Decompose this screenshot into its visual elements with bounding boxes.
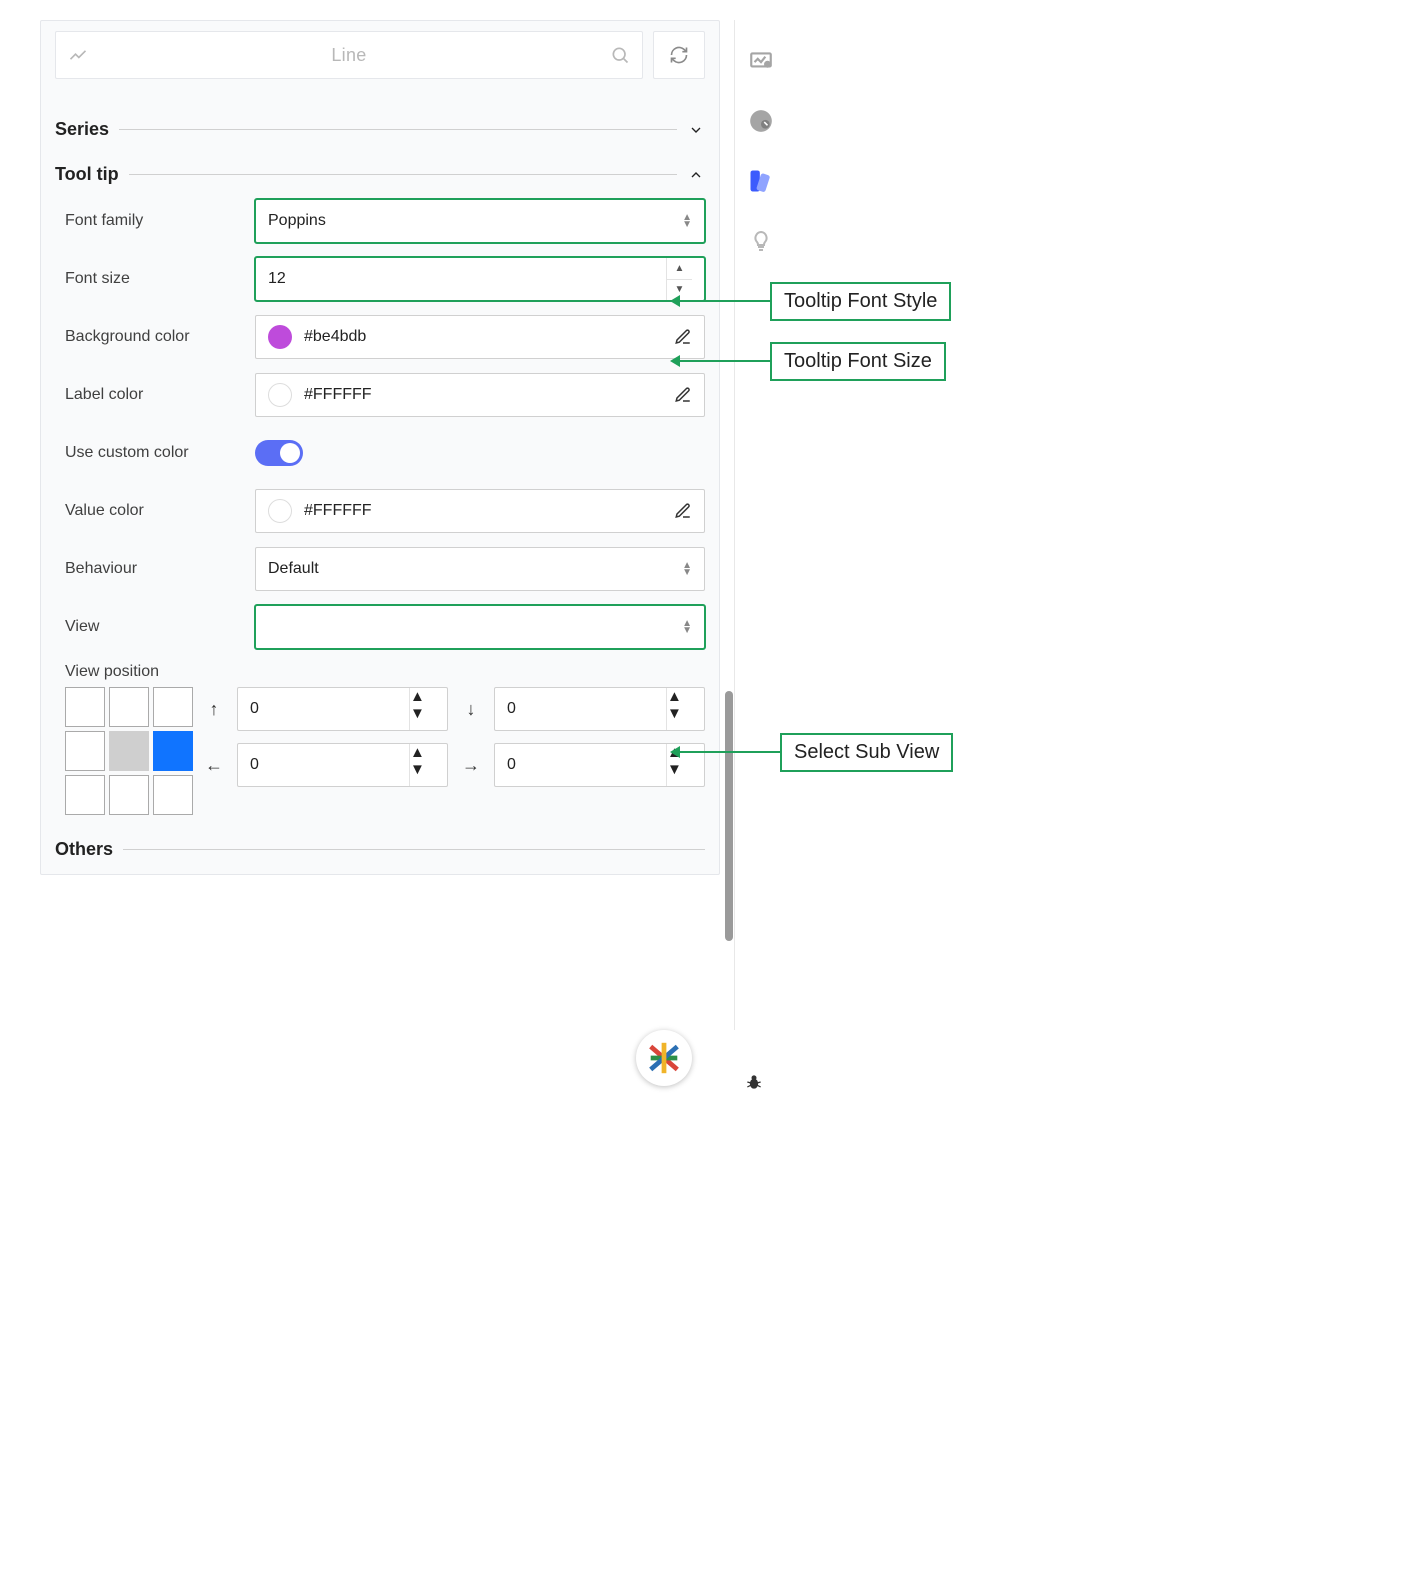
value-color-value: #FFFFFF: [304, 502, 372, 520]
pos-top-left[interactable]: [65, 687, 105, 727]
stepper-up-icon[interactable]: ▲: [667, 258, 692, 279]
section-tooltip-title: Tool tip: [55, 164, 119, 185]
section-series-header[interactable]: Series: [55, 119, 705, 140]
label-color-picker[interactable]: #FFFFFF: [255, 373, 705, 417]
rail-gauge-icon[interactable]: [746, 106, 776, 136]
select-arrows-icon: ▲▼: [682, 562, 692, 576]
font-family-select[interactable]: Poppins ▲▼: [255, 199, 705, 243]
bg-color-value: #be4bdb: [304, 328, 366, 346]
search-icon: [610, 45, 630, 65]
position-grid: [65, 687, 193, 815]
value-color-picker[interactable]: #FFFFFF: [255, 489, 705, 533]
arrow-left-icon: ←: [203, 755, 225, 776]
scrollbar-thumb[interactable]: [725, 691, 733, 941]
use-custom-color-toggle[interactable]: [255, 440, 303, 466]
nudge-down-stepper[interactable]: 0 ▲▼: [494, 687, 705, 731]
behaviour-select[interactable]: Default ▲▼: [255, 547, 705, 591]
section-others-title: Others: [55, 839, 113, 860]
pos-bottom-right[interactable]: [153, 775, 193, 815]
pos-center[interactable]: [109, 731, 149, 771]
view-label: View: [65, 618, 255, 636]
arrow-down-icon: ↓: [460, 699, 482, 720]
font-size-stepper[interactable]: 12 ▲ ▼: [255, 257, 705, 301]
annotation-font-size: Tooltip Font Size: [770, 342, 946, 381]
label-color-value: #FFFFFF: [304, 386, 372, 404]
view-select[interactable]: ▲▼: [255, 605, 705, 649]
section-others-header[interactable]: Others: [55, 839, 705, 860]
stepper-down-icon[interactable]: ▼: [410, 705, 435, 722]
bg-color-label: Background color: [65, 328, 255, 346]
select-arrows-icon: ▲▼: [682, 620, 692, 634]
stepper-up-icon[interactable]: ▲: [410, 688, 435, 705]
stepper-up-icon[interactable]: ▲: [410, 744, 435, 761]
rail-bulb-icon[interactable]: [746, 226, 776, 256]
weave-logo-icon[interactable]: [636, 1030, 692, 1086]
side-rail: [734, 20, 788, 256]
pos-bottom-center[interactable]: [109, 775, 149, 815]
edit-icon[interactable]: [674, 502, 692, 520]
stepper-down-icon[interactable]: ▼: [667, 705, 692, 722]
edit-icon[interactable]: [674, 328, 692, 346]
section-series-title: Series: [55, 119, 109, 140]
annotation-font-style: Tooltip Font Style: [770, 282, 951, 321]
font-size-value: 12: [268, 270, 666, 288]
bg-color-picker[interactable]: #be4bdb: [255, 315, 705, 359]
section-tooltip-header[interactable]: Tool tip: [55, 164, 705, 185]
value-color-swatch: [268, 499, 292, 523]
stepper-down-icon[interactable]: ▼: [667, 761, 692, 778]
pos-mid-left[interactable]: [65, 731, 105, 771]
search-text: Line: [96, 45, 602, 66]
properties-panel: Line Series Tool tip: [40, 20, 720, 875]
font-family-value: Poppins: [268, 212, 326, 230]
arrow-up-icon: ↑: [203, 699, 225, 720]
pos-top-center[interactable]: [109, 687, 149, 727]
nudge-up-stepper[interactable]: 0 ▲▼: [237, 687, 448, 731]
annotation-sub-view: Select Sub View: [780, 733, 953, 772]
label-color-label: Label color: [65, 386, 255, 404]
stepper-up-icon[interactable]: ▲: [667, 688, 692, 705]
view-position-label: View position: [65, 663, 705, 681]
use-custom-color-label: Use custom color: [65, 444, 255, 462]
line-chart-icon: [68, 45, 88, 65]
rail-theme-icon[interactable]: [746, 166, 776, 196]
pos-mid-right[interactable]: [153, 731, 193, 771]
refresh-button[interactable]: [653, 31, 705, 79]
pos-bottom-left[interactable]: [65, 775, 105, 815]
font-family-label: Font family: [65, 212, 255, 230]
bug-icon[interactable]: [744, 1072, 764, 1096]
chart-type-search[interactable]: Line: [55, 31, 643, 79]
chevron-down-icon: [687, 121, 705, 139]
font-size-label: Font size: [65, 270, 255, 288]
bg-color-swatch: [268, 325, 292, 349]
pos-top-right[interactable]: [153, 687, 193, 727]
behaviour-value: Default: [268, 560, 319, 578]
label-color-swatch: [268, 383, 292, 407]
arrow-right-icon: →: [460, 755, 482, 776]
select-arrows-icon: ▲▼: [682, 214, 692, 228]
value-color-label: Value color: [65, 502, 255, 520]
nudge-left-stepper[interactable]: 0 ▲▼: [237, 743, 448, 787]
behaviour-label: Behaviour: [65, 560, 255, 578]
stepper-down-icon[interactable]: ▼: [410, 761, 435, 778]
rail-dashboard-icon[interactable]: [746, 46, 776, 76]
edit-icon[interactable]: [674, 386, 692, 404]
chevron-up-icon: [687, 166, 705, 184]
